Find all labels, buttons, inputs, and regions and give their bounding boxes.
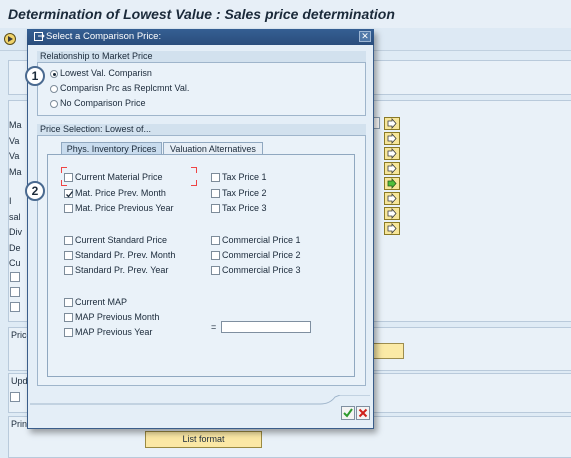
cancel-button[interactable] (356, 406, 370, 420)
checkbox-standard-pr-prev-year[interactable] (64, 266, 73, 275)
checkbox-label: Mat. Price Previous Year (75, 203, 174, 213)
multiple-selection-arrow-icon[interactable] (384, 162, 400, 175)
dialog-footer-separator (30, 394, 370, 405)
bg-checkbox[interactable] (10, 287, 20, 297)
comparison-value-input[interactable] (221, 321, 311, 333)
radio-comparison-replacement[interactable] (50, 85, 58, 93)
checkbox-label: Commercial Price 1 (222, 235, 301, 245)
multiple-selection-arrow-icon[interactable] (384, 222, 400, 235)
checkbox-tax-price-2[interactable] (211, 189, 220, 198)
multiple-selection-arrow-icon[interactable] (384, 147, 400, 160)
checkbox-mat-price-prev-month[interactable] (64, 189, 74, 198)
bg-field-label: Cu (9, 258, 21, 268)
checkbox-label: Commercial Price 3 (222, 265, 301, 275)
checkbox-tax-price-3[interactable] (211, 204, 220, 213)
tab-phys-inventory-prices[interactable]: Phys. Inventory Prices (61, 142, 162, 154)
focus-bracket (191, 180, 197, 186)
market-price-group-title: Relationship to Market Price (37, 51, 366, 63)
bg-checkbox[interactable] (10, 392, 20, 402)
focus-bracket (191, 167, 197, 173)
close-icon[interactable]: ✕ (359, 31, 371, 42)
checkbox-map-previous-month[interactable] (64, 313, 73, 322)
screen-title: Determination of Lowest Value : Sales pr… (8, 6, 395, 22)
multiple-selection-arrow-active-icon[interactable] (384, 177, 400, 190)
checkbox-map-previous-year[interactable] (64, 328, 73, 337)
checkbox-label: Mat. Price Prev. Month (75, 188, 166, 198)
checkbox-label: MAP Previous Month (75, 312, 160, 322)
checkbox-commercial-price-3[interactable] (211, 266, 220, 275)
tab-valuation-alternatives[interactable]: Valuation Alternatives (163, 142, 263, 154)
continue-button[interactable] (341, 406, 355, 420)
execute-icon[interactable] (3, 32, 17, 46)
radio-no-comparison[interactable] (50, 100, 58, 108)
multiple-selection-arrow-icon[interactable] (384, 192, 400, 205)
checkbox-label: Tax Price 1 (222, 172, 267, 182)
bg-checkbox[interactable] (10, 302, 20, 312)
radio-lowest-val-comparison[interactable] (50, 70, 58, 78)
checkbox-commercial-price-2[interactable] (211, 251, 220, 260)
multiple-selection-arrow-icon[interactable] (384, 117, 400, 130)
checkbox-label: Current Standard Price (75, 235, 168, 245)
bg-field-label: Ma (9, 120, 22, 130)
radio-label: Comparisn Prc as Replcmnt Val. (60, 83, 190, 93)
bg-field-label: Ma (9, 167, 22, 177)
checkbox-label: Commercial Price 2 (222, 250, 301, 260)
callout-marker-1: 1 (25, 66, 45, 86)
radio-label: Lowest Val. Comparisn (60, 68, 152, 78)
checkbox-label: Tax Price 3 (222, 203, 267, 213)
checkbox-label: Current Material Price (75, 172, 163, 182)
list-format-button[interactable]: List format (145, 431, 262, 448)
checkbox-label: Tax Price 2 (222, 188, 267, 198)
bg-field-label: Va (9, 151, 20, 161)
checkbox-standard-pr-prev-month[interactable] (64, 251, 73, 260)
dialog-window-icon (34, 31, 45, 42)
bg-field-label: De (9, 243, 21, 253)
equals-sign: = (211, 322, 217, 332)
multiple-selection-arrow-icon[interactable] (384, 207, 400, 220)
checkbox-current-standard-price[interactable] (64, 236, 73, 245)
bg-field-label: Va (9, 136, 20, 146)
bg-field-label: I (9, 196, 12, 206)
bg-checkbox[interactable] (10, 272, 20, 282)
checkbox-label: MAP Previous Year (75, 327, 153, 337)
checkbox-mat-price-previous-year[interactable] (64, 204, 73, 213)
checkbox-label: Standard Pr. Prev. Month (75, 250, 176, 260)
bg-field-label: sal (9, 212, 21, 222)
price-input-field[interactable] (372, 343, 404, 359)
dialog-title: Select a Comparison Price: (46, 31, 162, 42)
multiple-selection-arrow-icon[interactable] (384, 132, 400, 145)
checkbox-current-map[interactable] (64, 298, 73, 307)
radio-label: No Comparison Price (60, 98, 146, 108)
checkbox-tax-price-1[interactable] (211, 173, 220, 182)
checkbox-commercial-price-1[interactable] (211, 236, 220, 245)
update-section-label: Upd (11, 376, 28, 386)
checkbox-current-material-price[interactable] (64, 173, 73, 182)
checkbox-label: Current MAP (75, 297, 128, 307)
callout-marker-2: 2 (25, 181, 45, 201)
checkbox-label: Standard Pr. Prev. Year (75, 265, 169, 275)
bg-field-label: Div (9, 227, 22, 237)
price-selection-group-title: Price Selection: Lowest of... (37, 124, 366, 136)
